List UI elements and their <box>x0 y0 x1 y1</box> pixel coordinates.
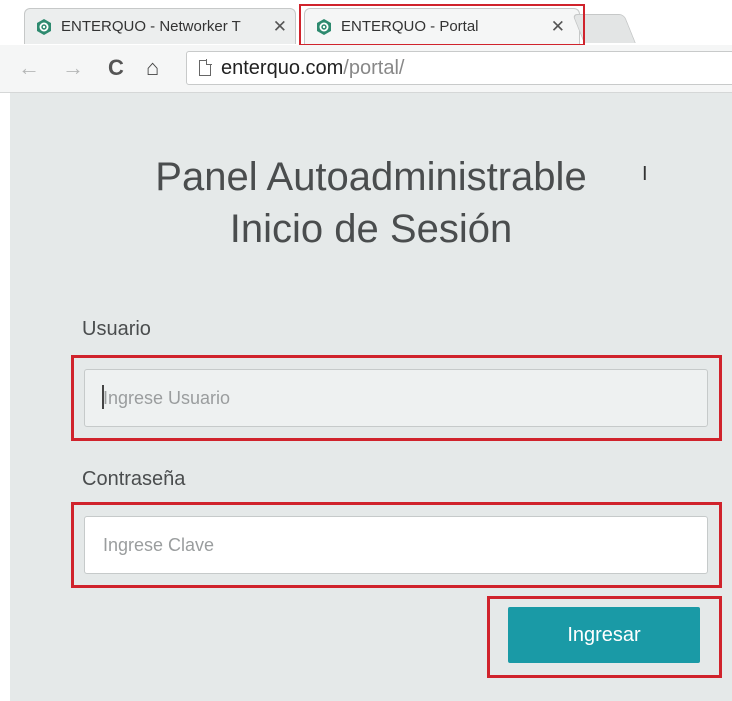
login-button[interactable]: Ingresar <box>508 607 700 663</box>
page-title: Panel Autoadministrable Inicio de Sesión <box>10 151 732 255</box>
page-icon <box>199 59 212 76</box>
title-line-1: Panel Autoadministrable <box>155 155 587 199</box>
username-label: Usuario <box>82 318 151 340</box>
tab-strip: ENTERQUO - Networker T ✕ ENTERQUO - Port… <box>0 0 732 46</box>
address-bar[interactable]: enterquo.com/portal/ <box>186 51 732 85</box>
login-page: Panel Autoadministrable Inicio de Sesión… <box>10 93 732 701</box>
new-tab-button[interactable] <box>572 14 636 43</box>
tab-portal[interactable]: ENTERQUO - Portal ✕ <box>304 8 580 44</box>
back-arrow-icon[interactable]: ← <box>18 55 40 81</box>
password-label: Contraseña <box>82 468 186 490</box>
enterquo-favicon-icon <box>37 18 51 35</box>
password-input[interactable] <box>84 516 708 574</box>
close-tab-icon[interactable]: ✕ <box>273 18 287 35</box>
browser-toolbar: ← → C ⌂ enterquo.com/portal/ <box>0 45 732 93</box>
enterquo-favicon-icon <box>317 18 331 35</box>
tab-networker[interactable]: ENTERQUO - Networker T ✕ <box>24 8 296 44</box>
url-path: /portal/ <box>343 56 405 79</box>
username-input[interactable] <box>84 369 708 427</box>
close-tab-icon[interactable]: ✕ <box>551 18 565 35</box>
forward-arrow-icon[interactable]: → <box>62 55 84 81</box>
tab-title: ENTERQUO - Portal <box>341 18 479 35</box>
home-icon[interactable]: ⌂ <box>146 55 159 81</box>
reload-icon[interactable]: C <box>108 55 124 81</box>
tab-title: ENTERQUO - Networker T <box>61 18 241 35</box>
title-line-2: Inicio de Sesión <box>229 207 513 251</box>
browser-window: ENTERQUO - Networker T ✕ ENTERQUO - Port… <box>0 0 732 701</box>
text-cursor-icon: I <box>642 163 648 185</box>
url-host: enterquo.com <box>221 56 344 79</box>
text-caret <box>102 385 104 409</box>
